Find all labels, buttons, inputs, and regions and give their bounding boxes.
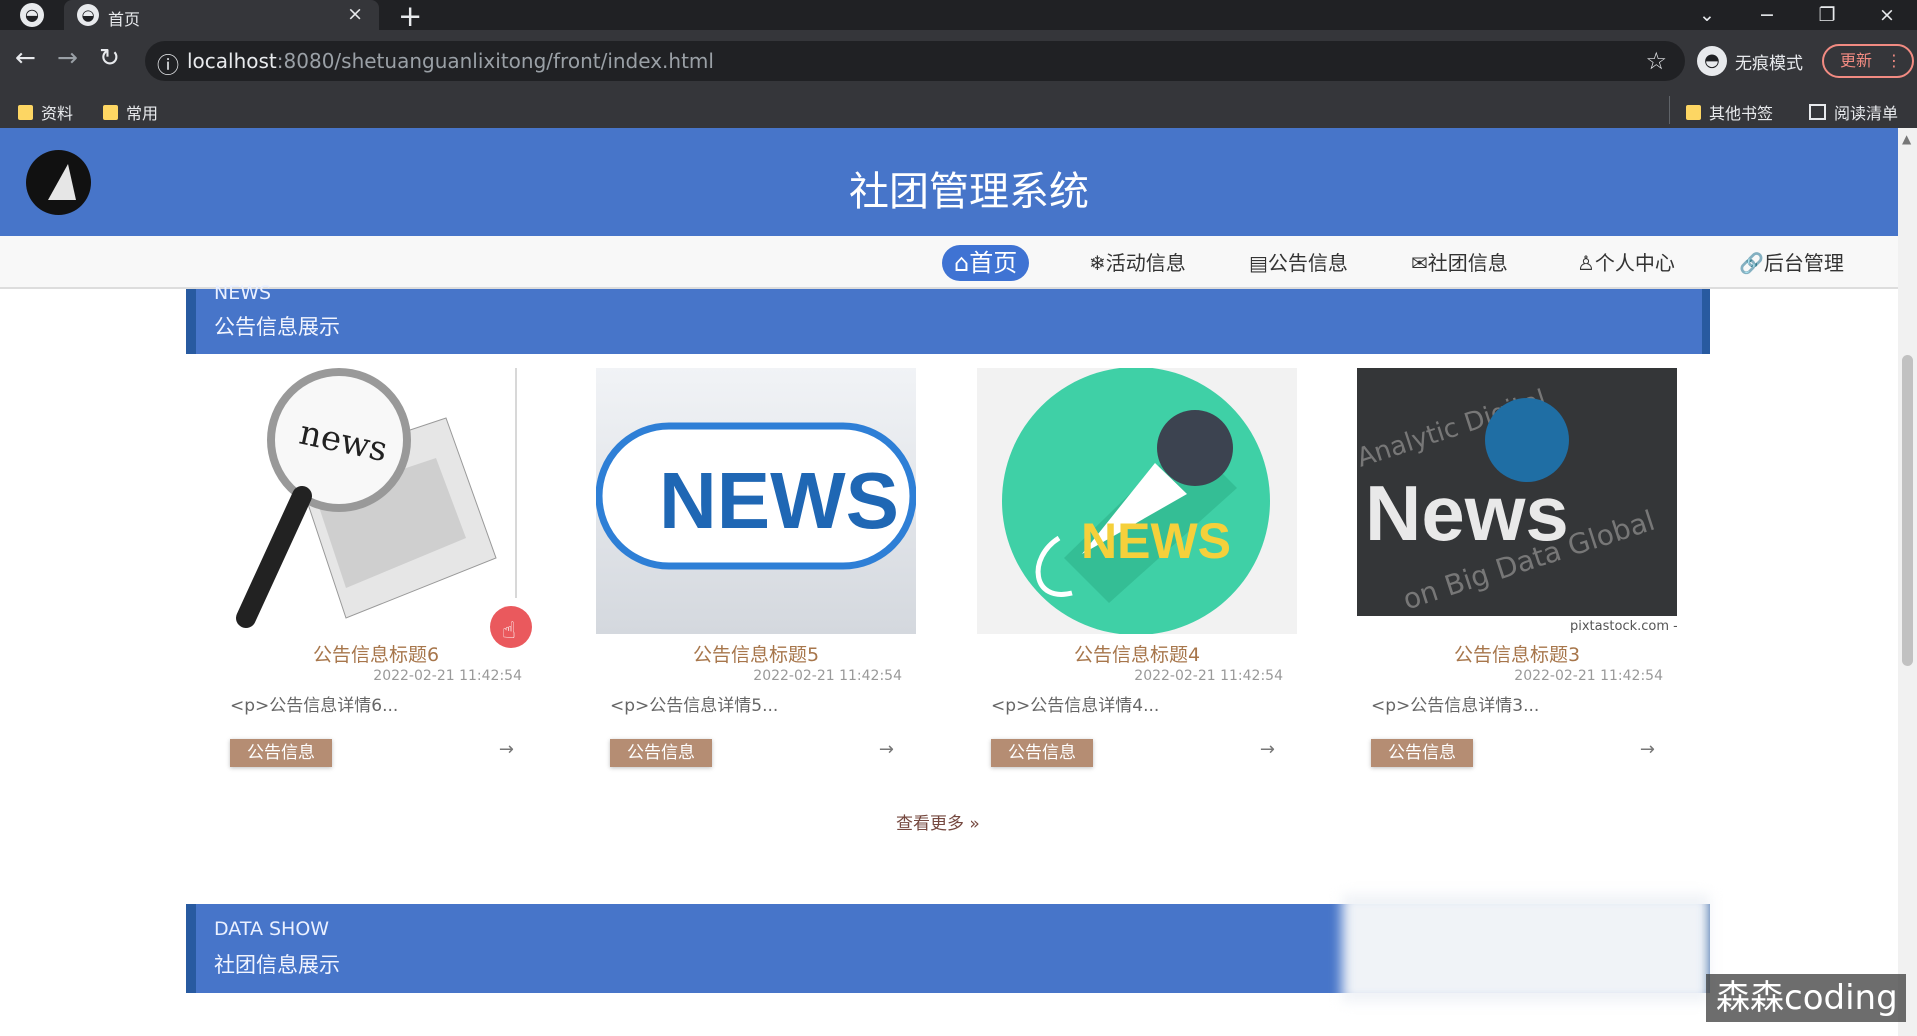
arrow-right-icon[interactable]: → xyxy=(879,739,894,760)
bookmark-folder-ziliao[interactable]: 资料 xyxy=(18,100,73,124)
watermark: 森森coding xyxy=(1706,974,1906,1022)
incognito-label: 无痕模式 xyxy=(1735,53,1803,74)
view-more-link[interactable]: 查看更多 » xyxy=(896,809,980,834)
page-scrollbar[interactable]: ▲ xyxy=(1898,128,1917,1036)
news-card-date: 2022-02-21 11:42:54 xyxy=(1134,668,1283,684)
news-card-tag[interactable]: 公告信息 xyxy=(230,739,332,767)
chrome-menu-icon[interactable]: ◒ xyxy=(20,3,44,27)
window-controls: ⌄ − ❐ × xyxy=(1677,0,1917,30)
browser-tab-strip: ◒ ◒ 首页 × + ⌄ − ❐ × xyxy=(0,0,1917,33)
address-bar[interactable]: ⓘ localhost:8080/shetuanguanlixitong/fro… xyxy=(145,41,1685,81)
reload-icon[interactable]: ↻ xyxy=(99,43,120,72)
restore-icon[interactable]: ❐ xyxy=(1797,0,1857,30)
news-card[interactable]: NEWS 公告信息标题4 2022-02-21 11:42:54 <p>公告信息… xyxy=(977,368,1297,778)
close-tab-icon[interactable]: × xyxy=(347,3,363,25)
browser-tab[interactable]: ◒ 首页 × xyxy=(64,0,379,30)
news-card-title[interactable]: 公告信息标题6 xyxy=(216,640,536,667)
back-icon[interactable]: ← xyxy=(15,43,36,72)
bookmarks-bar: 资料 常用 其他书签 阅读清单 xyxy=(0,92,1917,128)
news-card-description: <p>公告信息详情5... xyxy=(610,696,779,716)
news-card-description: <p>公告信息详情4... xyxy=(991,696,1160,716)
incognito-indicator[interactable]: ◓ 无痕模式 xyxy=(1697,44,1803,78)
svg-text:NEWS: NEWS xyxy=(1081,513,1231,569)
news-card-image[interactable]: NEWS xyxy=(977,368,1297,634)
folder-icon xyxy=(1686,104,1701,120)
info-icon[interactable]: ⓘ xyxy=(157,48,179,80)
news-card-date: 2022-02-21 11:42:54 xyxy=(1514,668,1663,684)
arrow-right-icon[interactable]: → xyxy=(499,739,514,760)
nav-admin[interactable]: 🔗后台管理 xyxy=(1739,245,1844,281)
nav-personal-center[interactable]: ♙个人中心 xyxy=(1577,245,1675,281)
folder-icon xyxy=(103,104,118,120)
news-card-date: 2022-02-21 11:42:54 xyxy=(373,668,522,684)
bookmark-folder-changyong[interactable]: 常用 xyxy=(103,100,158,124)
other-bookmarks[interactable]: 其他书签 xyxy=(1686,100,1773,124)
news-badge-icon: NEWS xyxy=(596,422,916,570)
section-label-en: NEWS xyxy=(214,282,272,304)
scrollbar-thumb[interactable] xyxy=(1902,355,1913,666)
nav-notices[interactable]: ▤公告信息 xyxy=(1249,245,1348,281)
magnifier-newspaper-icon: news xyxy=(236,368,517,628)
bookmark-star-icon[interactable]: ☆ xyxy=(1645,47,1667,75)
blurred-overlay xyxy=(1342,894,1710,1002)
news-card-tag[interactable]: 公告信息 xyxy=(1371,739,1473,767)
news-card-description: <p>公告信息详情3... xyxy=(1371,696,1540,716)
globe-icon: ◒ xyxy=(77,4,99,26)
news-card-image[interactable]: NEWS xyxy=(596,368,916,634)
new-tab-icon[interactable]: + xyxy=(398,0,422,33)
news-card-tag[interactable]: 公告信息 xyxy=(610,739,712,767)
news-card[interactable]: Analytic Digital on Big Data Global News… xyxy=(1357,368,1677,778)
news-card-title[interactable]: 公告信息标题5 xyxy=(596,640,916,667)
svg-text:NEWS: NEWS xyxy=(659,456,899,545)
nav-clubs[interactable]: ✉社团信息 xyxy=(1411,245,1508,281)
nav-home[interactable]: ⌂首页 xyxy=(942,245,1030,281)
news-card-image[interactable]: Analytic Digital on Big Data Global News… xyxy=(1357,368,1677,634)
browser-toolbar: ← → ↻ ⓘ localhost:8080/shetuanguanlixito… xyxy=(0,30,1917,92)
click-indicator-icon xyxy=(490,606,532,648)
bookmark-divider xyxy=(1669,96,1670,124)
reading-list-icon xyxy=(1809,104,1826,120)
news-section-header: NEWS 公告信息展示 xyxy=(186,282,1710,354)
scroll-up-icon[interactable]: ▲ xyxy=(1902,132,1911,146)
arrow-right-icon[interactable]: → xyxy=(1640,739,1655,760)
news-card[interactable]: NEWS 公告信息标题5 2022-02-21 11:42:54 <p>公告信息… xyxy=(596,368,916,778)
section-label-cn: 公告信息展示 xyxy=(214,315,340,339)
section-label-cn: 社团信息展示 xyxy=(214,953,340,977)
news-card[interactable]: news 公告信息标题6 2022-02-21 11:42:54 <p>公告信息… xyxy=(216,368,536,778)
site-title: 社团管理系统 xyxy=(849,169,1089,215)
svg-text:pixtastock.com -: pixtastock.com - xyxy=(1570,619,1677,634)
nav-activity[interactable]: ❄活动信息 xyxy=(1089,245,1186,281)
close-window-icon[interactable]: × xyxy=(1857,0,1917,30)
forward-icon[interactable]: → xyxy=(57,43,78,72)
news-card-image[interactable]: news xyxy=(216,368,536,634)
globe-news-icon: Analytic Digital on Big Data Global News… xyxy=(1357,368,1677,634)
update-button[interactable]: 更新 ⋮ xyxy=(1822,44,1914,78)
news-card-date: 2022-02-21 11:42:54 xyxy=(753,668,902,684)
site-header: 社团管理系统 xyxy=(0,128,1898,236)
news-card-title[interactable]: 公告信息标题4 xyxy=(977,640,1297,667)
section-label-en: DATA SHOW xyxy=(214,918,330,940)
reading-list[interactable]: 阅读清单 xyxy=(1809,100,1898,124)
svg-text:News: News xyxy=(1365,469,1569,557)
news-card-title[interactable]: 公告信息标题3 xyxy=(1357,640,1677,667)
minimize-icon[interactable]: − xyxy=(1737,0,1797,30)
microphone-news-icon: NEWS xyxy=(1002,368,1270,634)
news-card-tag[interactable]: 公告信息 xyxy=(991,739,1093,767)
incognito-icon: ◓ xyxy=(1697,46,1727,76)
tab-search-icon[interactable]: ⌄ xyxy=(1677,0,1737,30)
url-text[interactable]: localhost:8080/shetuanguanlixitong/front… xyxy=(187,49,714,73)
news-card-description: <p>公告信息详情6... xyxy=(230,696,399,716)
tab-title: 首页 xyxy=(108,10,141,29)
arrow-right-icon[interactable]: → xyxy=(1260,739,1275,760)
folder-icon xyxy=(18,104,33,120)
main-nav: ⌂首页 ❄活动信息 ▤公告信息 ✉社团信息 ♙个人中心 🔗后台管理 xyxy=(0,236,1898,289)
